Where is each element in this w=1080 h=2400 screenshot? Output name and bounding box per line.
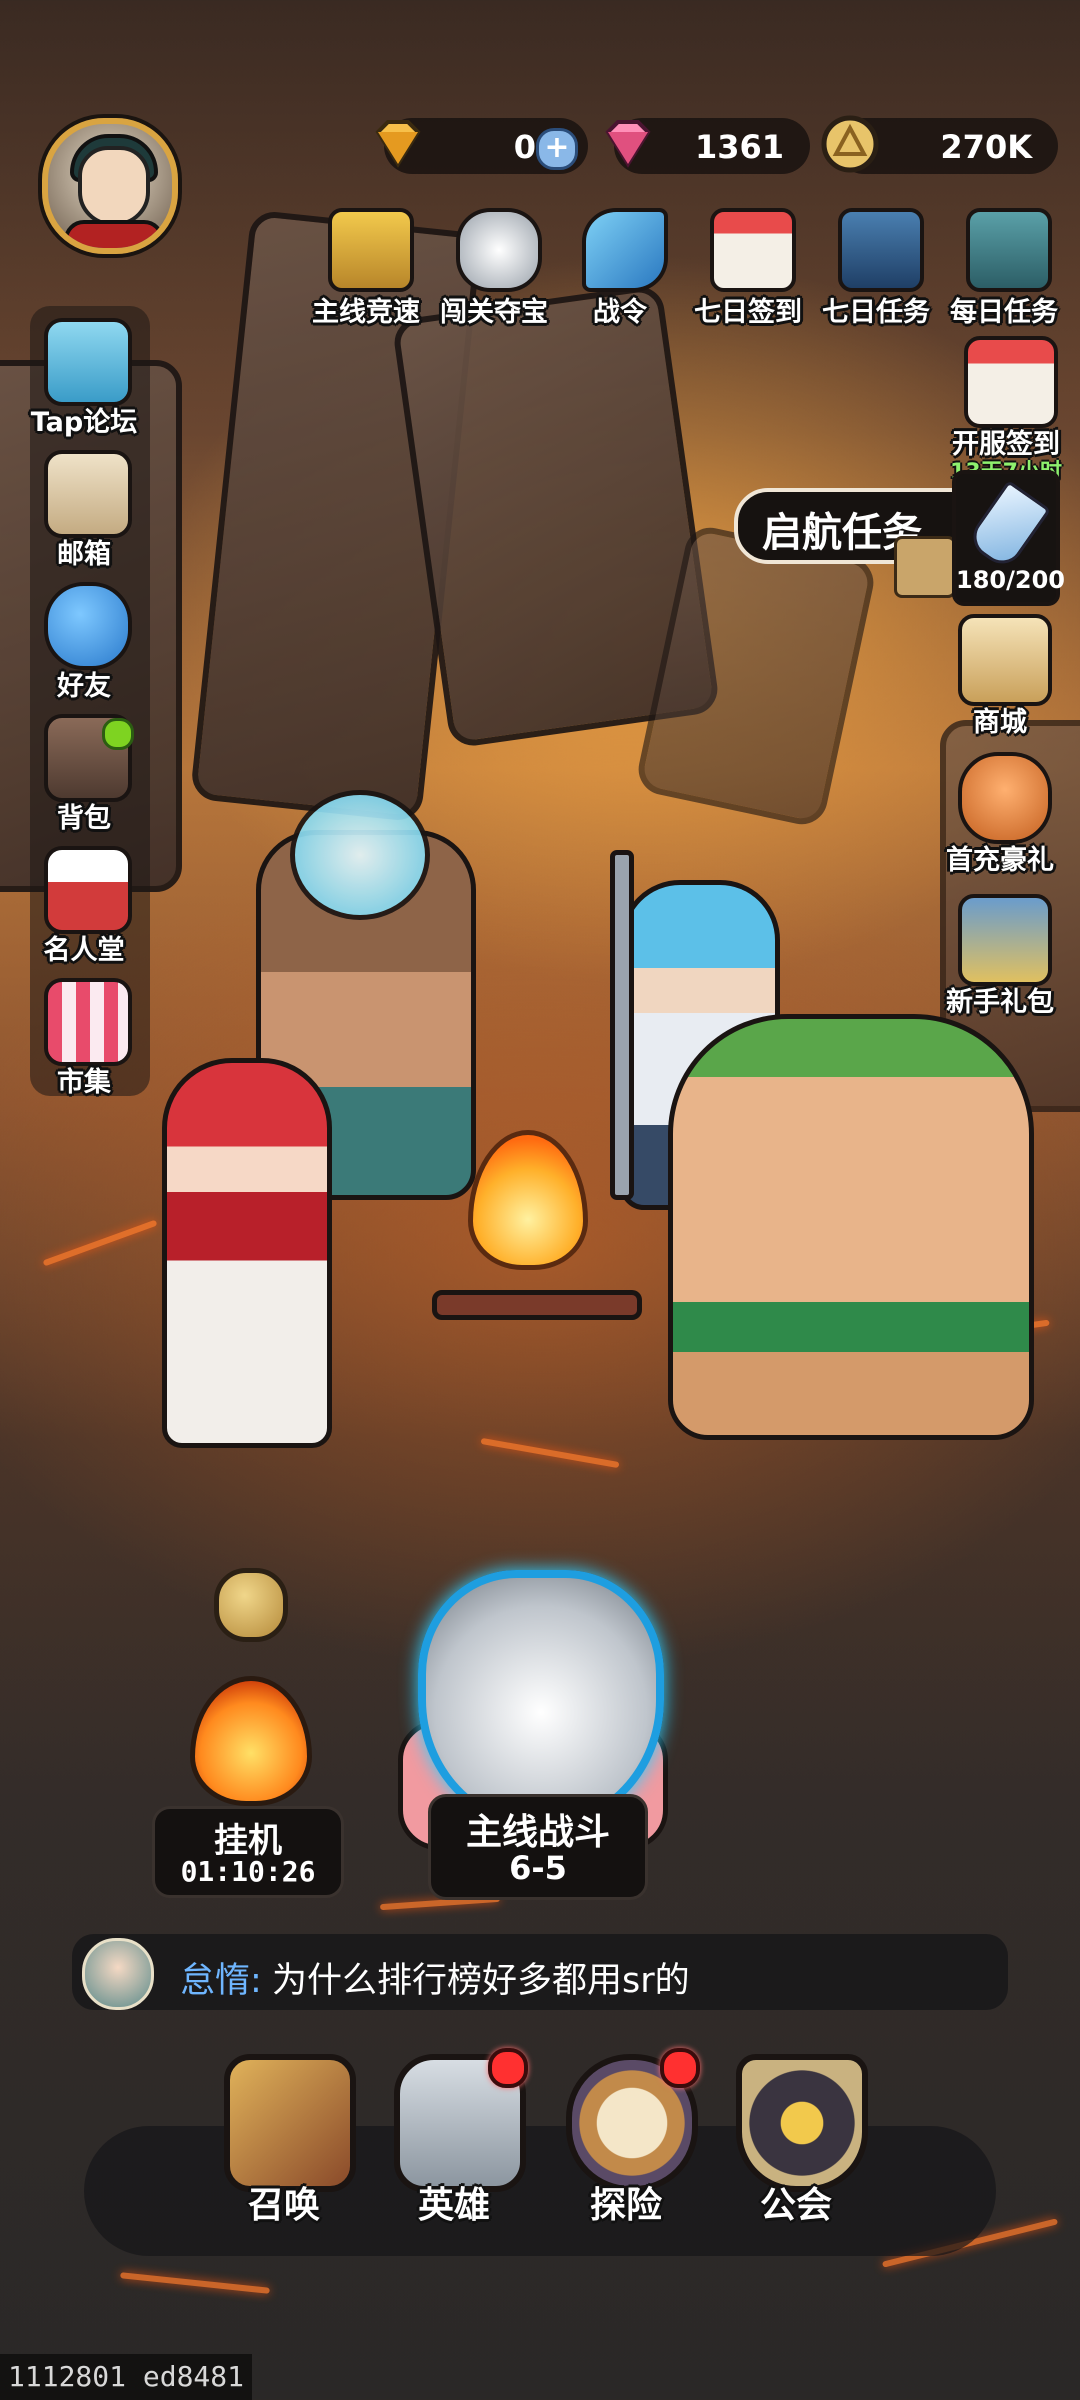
main-battle-stage: 6-5 [509, 1849, 567, 1887]
hero-group [0, 0, 1080, 1500]
nav-summon[interactable]: 召唤 [214, 2054, 356, 2226]
idle-timer: 01:10:26 [180, 1855, 316, 1888]
hero-wood-guardian-crest [290, 790, 430, 920]
chat-user-avatar [82, 1938, 154, 2010]
chat-message: 为什么排行榜好多都用sr的 [272, 1961, 690, 2001]
notification-dot [488, 2048, 528, 2088]
chat-user-name: 怠惰: [180, 1961, 262, 2001]
campfire [468, 1130, 588, 1270]
idle-reward-coin-icon[interactable] [214, 1568, 288, 1642]
hero-tattooed-warrior [668, 1014, 1034, 1440]
hero-elf-staff [610, 850, 634, 1200]
world-chat-bar[interactable]: 怠惰: 为什么排行榜好多都用sr的 [72, 1934, 1008, 2010]
nav-heroes[interactable]: 英雄 [384, 2048, 528, 2226]
idle-button[interactable]: 挂机 01:10:26 [152, 1806, 344, 1898]
summon-book-icon [224, 2054, 356, 2192]
guild-shield-icon [736, 2054, 868, 2192]
build-id: 1112801 ed8481 [0, 2354, 253, 2400]
wolf-head-icon [418, 1570, 664, 1830]
notification-dot [660, 2048, 700, 2088]
campfire-logs [432, 1290, 642, 1320]
main-battle-button[interactable]: 主线战斗 6-5 [428, 1794, 648, 1900]
nav-explore[interactable]: 探险 [556, 2048, 700, 2226]
nav-guild[interactable]: 公会 [726, 2054, 868, 2226]
main-battle-label: 主线战斗 [465, 1812, 610, 1853]
hero-red-haired-scholar [162, 1058, 332, 1448]
main-battle-emblem[interactable] [398, 1570, 668, 1850]
